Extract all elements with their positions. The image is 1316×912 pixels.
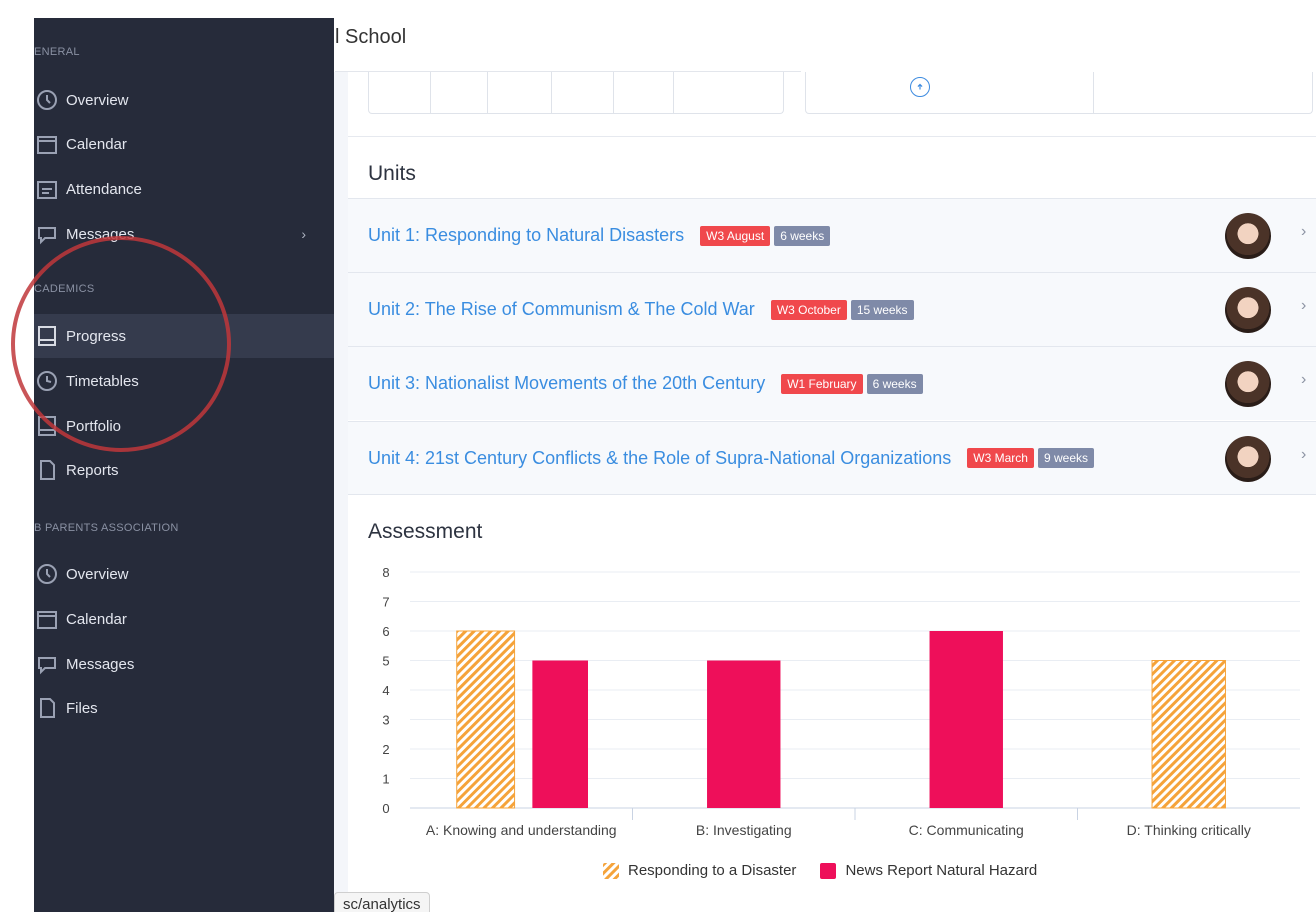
unit-row[interactable]: Unit 2: The Rise of Communism & The Cold… bbox=[348, 272, 1316, 346]
y-tick-label: 3 bbox=[382, 713, 389, 728]
sidebar-item-pa-calendar[interactable]: Calendar bbox=[34, 597, 334, 641]
bar-responding-to-a-disaster[interactable] bbox=[456, 630, 516, 809]
sidebar-item-label: Messages bbox=[66, 655, 135, 673]
legend-label: Responding to a Disaster bbox=[628, 862, 797, 879]
start-badge: W3 October bbox=[770, 299, 847, 320]
calendar-icon bbox=[32, 606, 62, 632]
unit-row[interactable]: Unit 1: Responding to Natural Disasters … bbox=[348, 198, 1316, 272]
sidebar-item-calendar[interactable]: Calendar bbox=[34, 122, 334, 166]
unit-link[interactable]: Unit 4: 21st Century Conflicts & the Rol… bbox=[368, 448, 951, 469]
sidebar-section-parents-association: B PARENTS ASSOCIATION bbox=[34, 522, 179, 534]
bar-news-report-natural-hazard[interactable] bbox=[532, 660, 588, 809]
upload-icon[interactable] bbox=[910, 77, 930, 97]
chevron-right-icon[interactable]: › bbox=[1301, 446, 1306, 464]
upload-panel bbox=[805, 72, 1313, 114]
y-tick-label: 7 bbox=[382, 595, 389, 610]
attendance-icon bbox=[32, 176, 62, 202]
units-heading: Units bbox=[368, 162, 416, 185]
table-cell bbox=[552, 72, 614, 113]
calendar-icon bbox=[32, 131, 62, 157]
unit-link[interactable]: Unit 1: Responding to Natural Disasters bbox=[368, 225, 684, 246]
table-cell bbox=[369, 72, 431, 113]
duration-badge: 15 weeks bbox=[850, 299, 914, 320]
bar-news-report-natural-hazard[interactable] bbox=[929, 631, 1003, 808]
start-badge: W3 August bbox=[700, 225, 771, 246]
summary-table bbox=[368, 72, 784, 114]
x-tick-label: C: Communicating bbox=[909, 822, 1024, 838]
y-tick-label: 0 bbox=[382, 801, 389, 816]
page-title: l School bbox=[335, 26, 407, 48]
sidebar-item-label: Overview bbox=[66, 565, 129, 583]
duration-badge: 6 weeks bbox=[774, 225, 831, 246]
chart-legend: Responding to a Disaster News Report Nat… bbox=[603, 862, 1061, 879]
avatar bbox=[1225, 361, 1271, 407]
y-tick-label: 8 bbox=[382, 565, 389, 580]
unit-row[interactable]: Unit 3: Nationalist Movements of the 20t… bbox=[348, 346, 1316, 420]
status-url-tooltip: sc/analytics bbox=[334, 892, 430, 912]
bar-responding-to-a-disaster[interactable] bbox=[1151, 660, 1226, 809]
table-cell bbox=[431, 72, 488, 113]
chevron-right-icon: › bbox=[301, 226, 306, 242]
page: ENERAL Overview Calendar Attendance Mess… bbox=[0, 0, 1316, 912]
duration-badge: 6 weeks bbox=[866, 373, 923, 394]
sidebar-item-label: Calendar bbox=[66, 135, 127, 153]
chevron-right-icon[interactable]: › bbox=[1301, 223, 1306, 241]
sidebar-item-reports[interactable]: Reports bbox=[34, 448, 334, 492]
sidebar-item-label: Overview bbox=[66, 91, 129, 109]
avatar bbox=[1225, 436, 1271, 482]
x-tick-label: A: Knowing and understanding bbox=[426, 822, 617, 838]
sidebar-item-label: Calendar bbox=[66, 610, 127, 628]
content-gutter bbox=[334, 72, 348, 912]
legend-item[interactable]: Responding to a Disaster bbox=[603, 862, 796, 879]
y-tick-label: 1 bbox=[382, 772, 389, 787]
sidebar-item-label: Files bbox=[66, 699, 98, 717]
sidebar-section-general: ENERAL bbox=[34, 46, 80, 58]
table-cell bbox=[488, 72, 552, 113]
chevron-right-icon[interactable]: › bbox=[1301, 371, 1306, 389]
bar-news-report-natural-hazard[interactable] bbox=[707, 660, 781, 809]
sidebar-item-pa-messages[interactable]: Messages bbox=[34, 642, 334, 686]
sidebar-item-attendance[interactable]: Attendance bbox=[34, 167, 334, 211]
y-tick-label: 4 bbox=[382, 683, 389, 698]
section-divider bbox=[348, 136, 1316, 137]
assessment-chart: 0 1 2 3 4 5 6 7 8 A: Knowing and understanding B: … bbox=[382, 565, 1300, 838]
overview-icon bbox=[32, 87, 62, 113]
assessment-heading: Assessment bbox=[368, 520, 483, 543]
reports-icon bbox=[32, 457, 62, 483]
start-badge: W3 March bbox=[967, 448, 1034, 468]
messages-icon bbox=[32, 651, 62, 677]
annotation-circle bbox=[11, 236, 231, 452]
duration-badge: 9 weeks bbox=[1037, 448, 1095, 468]
y-tick-label: 2 bbox=[382, 742, 389, 757]
legend-label: News Report Natural Hazard bbox=[845, 862, 1038, 879]
y-tick-label: 6 bbox=[382, 624, 389, 639]
unit-row[interactable]: Unit 4: 21st Century Conflicts & the Rol… bbox=[348, 421, 1316, 495]
legend-item[interactable]: News Report Natural Hazard bbox=[820, 862, 1037, 879]
unit-link[interactable]: Unit 2: The Rise of Communism & The Cold… bbox=[368, 299, 755, 320]
legend-swatch-hatched bbox=[603, 862, 619, 879]
sidebar-item-label: Attendance bbox=[66, 180, 142, 198]
table-cell bbox=[614, 72, 674, 113]
sidebar: ENERAL Overview Calendar Attendance Mess… bbox=[34, 18, 334, 912]
files-icon bbox=[32, 695, 62, 721]
avatar bbox=[1225, 287, 1271, 333]
sidebar-item-label: Reports bbox=[66, 461, 119, 479]
panel-divider bbox=[1093, 72, 1094, 114]
chevron-right-icon[interactable]: › bbox=[1301, 297, 1306, 315]
y-tick-label: 5 bbox=[382, 654, 389, 669]
start-badge: W1 February bbox=[781, 373, 863, 394]
overview-icon bbox=[32, 561, 62, 587]
messages-icon bbox=[32, 221, 62, 247]
sidebar-item-overview[interactable]: Overview bbox=[34, 78, 334, 122]
x-tick-label: B: Investigating bbox=[696, 822, 792, 838]
x-tick-label: D: Thinking critically bbox=[1127, 822, 1251, 838]
legend-swatch bbox=[820, 862, 837, 879]
unit-link[interactable]: Unit 3: Nationalist Movements of the 20t… bbox=[368, 373, 765, 394]
avatar bbox=[1225, 213, 1271, 259]
sidebar-item-pa-files[interactable]: Files bbox=[34, 686, 334, 730]
sidebar-item-pa-overview[interactable]: Overview bbox=[34, 552, 334, 596]
